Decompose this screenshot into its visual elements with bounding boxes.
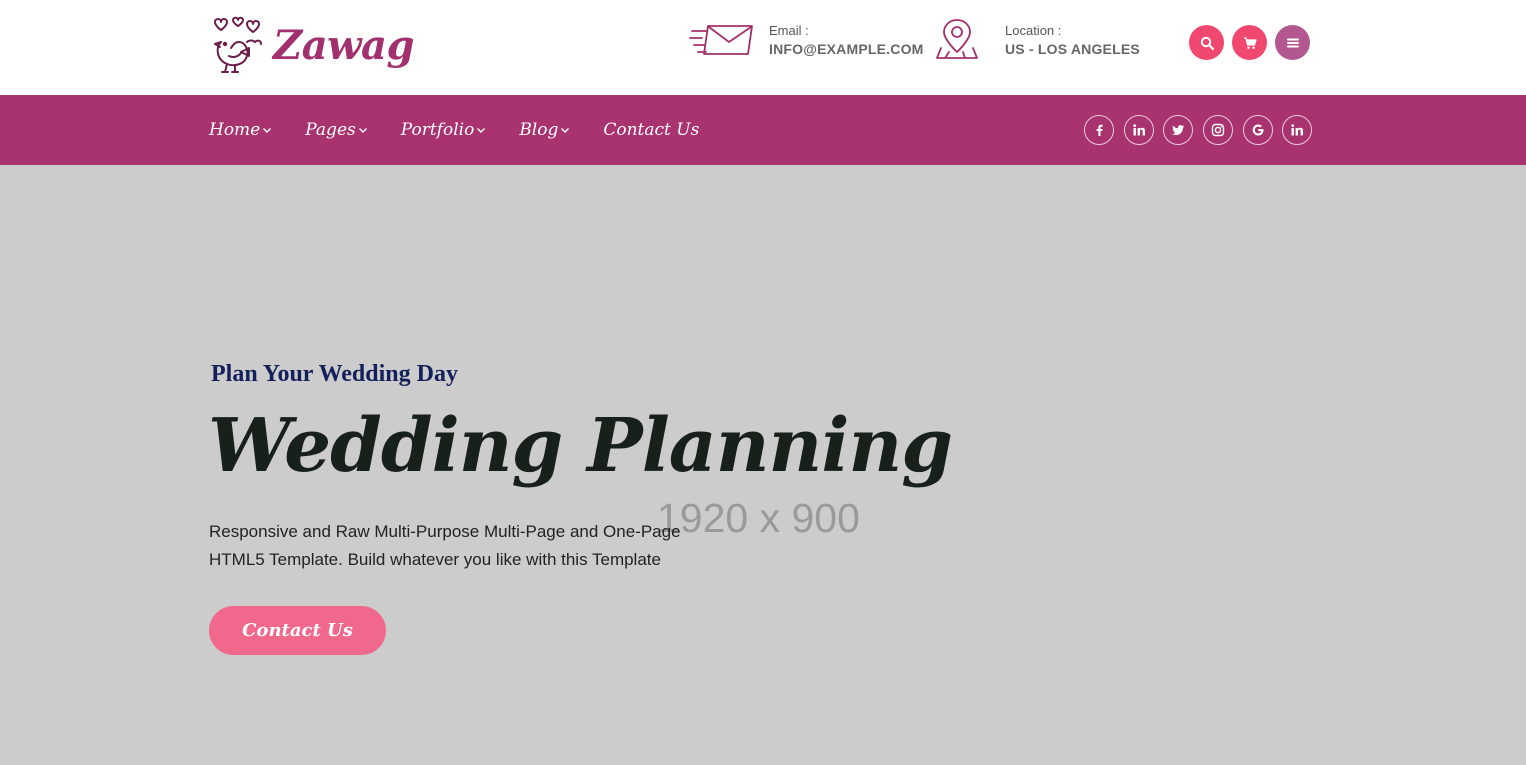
nav-item-contact-us[interactable]: Contact Us xyxy=(603,120,699,140)
envelope-icon xyxy=(689,25,753,55)
nav-item-label: Pages xyxy=(305,120,356,140)
cart-button[interactable] xyxy=(1232,25,1267,60)
location-value: US - LOS ANGELES xyxy=(1005,41,1140,57)
hero-description-line: HTML5 Template. Build whatever you like … xyxy=(209,550,661,569)
linkedin-icon xyxy=(1132,124,1145,136)
hero-title: Wedding Planning xyxy=(208,403,953,489)
nav-item-label: Home xyxy=(209,120,261,140)
top-header: Zawag Email : INFO@EXAMPLE.COM Location … xyxy=(0,0,1526,95)
nav-item-label: Contact Us xyxy=(603,120,700,140)
instagram-link[interactable] xyxy=(1203,115,1234,145)
chevron-down-icon xyxy=(561,128,570,133)
contact-us-button[interactable]: Contact Us xyxy=(209,606,386,655)
facebook-link[interactable] xyxy=(1084,115,1114,145)
logo[interactable]: Zawag xyxy=(207,14,414,76)
email-info: Email : INFO@EXAMPLE.COM xyxy=(688,18,924,62)
main-nav: Home Pages Portfolio Blog Contact Us xyxy=(209,95,732,165)
menu-button[interactable] xyxy=(1275,25,1310,60)
linkedin-icon xyxy=(1291,124,1304,136)
nav-item-pages[interactable]: Pages xyxy=(305,120,367,140)
chevron-down-icon xyxy=(358,128,367,133)
nav-item-label: Blog xyxy=(519,120,559,140)
nav-item-portfolio[interactable]: Portfolio xyxy=(401,120,487,140)
lovebirds-icon xyxy=(214,16,262,73)
google-icon xyxy=(1252,124,1264,136)
location-pin-icon xyxy=(936,19,978,59)
hero-section: 1920 x 900 Plan Your Wedding Day Wedding… xyxy=(0,165,1526,765)
twitter-icon xyxy=(1172,125,1185,136)
hero-description-line: Responsive and Raw Multi-Purpose Multi-P… xyxy=(209,522,681,541)
brand-name: Zawag xyxy=(273,21,414,69)
google-link[interactable] xyxy=(1242,115,1273,145)
facebook-icon xyxy=(1096,124,1103,136)
search-button[interactable] xyxy=(1189,25,1224,60)
linkedin-link-2[interactable] xyxy=(1282,115,1313,145)
social-links xyxy=(1084,115,1322,145)
linkedin-link[interactable] xyxy=(1123,115,1154,145)
hero-eyebrow: Plan Your Wedding Day xyxy=(211,361,458,387)
location-info: Location : US - LOS ANGELES xyxy=(935,18,1140,62)
location-label: Location : xyxy=(1005,23,1062,38)
search-icon xyxy=(1200,36,1214,50)
chevron-down-icon xyxy=(263,128,272,133)
hero-description: Responsive and Raw Multi-Purpose Multi-P… xyxy=(209,518,729,574)
instagram-icon xyxy=(1211,123,1225,137)
nav-item-label: Portfolio xyxy=(400,120,475,140)
chevron-down-icon xyxy=(477,128,486,133)
nav-item-blog[interactable]: Blog xyxy=(519,120,570,140)
email-label: Email : xyxy=(769,23,809,38)
twitter-link[interactable] xyxy=(1163,115,1194,145)
main-navbar: Home Pages Portfolio Blog Contact Us xyxy=(0,95,1526,165)
cart-icon xyxy=(1243,36,1257,49)
hamburger-menu-icon xyxy=(1286,38,1299,47)
nav-item-home[interactable]: Home xyxy=(209,120,272,140)
email-value[interactable]: INFO@EXAMPLE.COM xyxy=(769,40,924,58)
